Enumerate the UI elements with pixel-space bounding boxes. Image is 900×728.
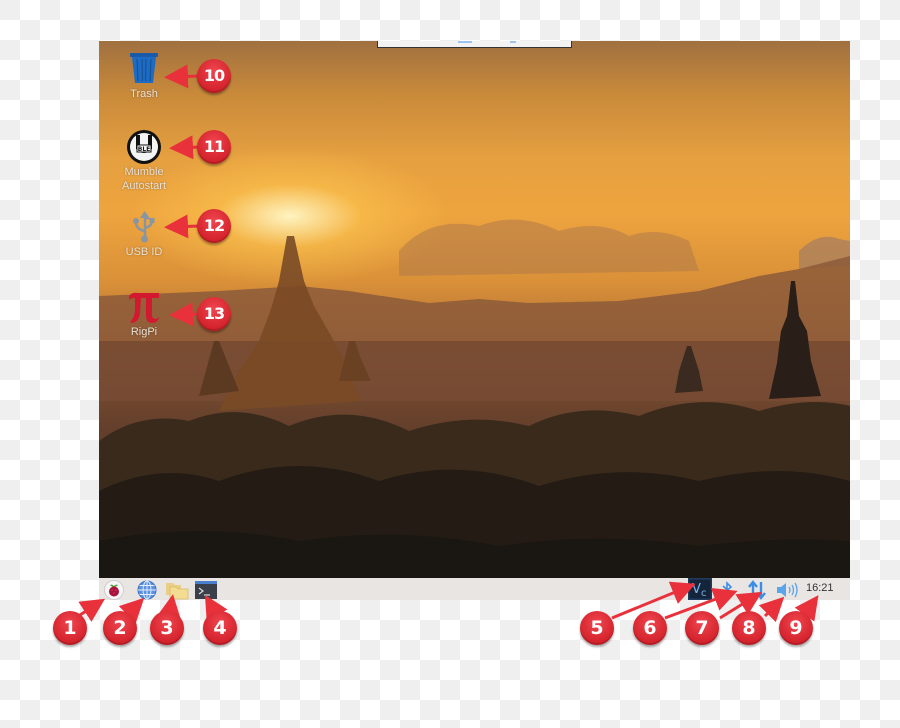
callout-badge-2: 2 xyxy=(103,611,137,645)
desktop-icon-label: Mumble Autostart xyxy=(109,165,179,193)
callout-badge-4: 4 xyxy=(203,611,237,645)
svg-text:V: V xyxy=(692,582,701,597)
desktop-icon-mumble-autostart[interactable]: BLE Mumble Autostart xyxy=(109,129,179,193)
folder-icon xyxy=(166,583,189,600)
desktop-icon-usb-id[interactable]: USB ID xyxy=(109,209,179,259)
clock[interactable]: 16:21 xyxy=(806,582,834,594)
bluetooth-icon xyxy=(722,581,733,599)
mumble-icon: BLE xyxy=(126,129,162,165)
window-element xyxy=(458,41,472,43)
desktop-icon-rigpi[interactable]: RigPi xyxy=(109,289,179,339)
terminal-icon xyxy=(195,581,217,599)
callout-arrow-9 xyxy=(794,595,819,622)
file-manager-button[interactable] xyxy=(165,580,189,600)
callout-badge-13: 13 xyxy=(197,297,231,331)
desktop-icon-label: USB ID xyxy=(125,246,163,258)
label-line-2: Autostart xyxy=(121,180,167,192)
globe-icon xyxy=(137,580,157,600)
callout-badge-10: 10 xyxy=(197,59,231,93)
callout-badge-11: 11 xyxy=(197,130,231,164)
callout-badge-9: 9 xyxy=(779,611,813,645)
trash-icon xyxy=(126,51,162,87)
desktop-icon-trash[interactable]: Trash xyxy=(109,51,179,101)
callout-arrow-8 xyxy=(758,596,785,623)
label-line-1: Mumble xyxy=(124,166,164,178)
network-arrows-icon xyxy=(748,580,766,600)
usb-icon xyxy=(126,209,162,245)
terminal-button[interactable] xyxy=(194,580,218,599)
callout-badge-1: 1 xyxy=(53,611,87,645)
pi-icon xyxy=(126,289,162,325)
callout-badge-8: 8 xyxy=(732,611,766,645)
menu-button[interactable] xyxy=(103,580,125,600)
callout-badge-6: 6 xyxy=(633,611,667,645)
svg-text:BLE: BLE xyxy=(138,146,151,153)
network-tray-button[interactable] xyxy=(746,580,768,600)
web-browser-button[interactable] xyxy=(136,580,158,600)
desktop-icon-label: RigPi xyxy=(130,326,158,338)
callout-badge-7: 7 xyxy=(685,611,719,645)
callout-badge-12: 12 xyxy=(197,209,231,243)
svg-text:c: c xyxy=(701,588,707,599)
window-element xyxy=(510,41,516,43)
callout-arrow-2 xyxy=(118,597,145,624)
callout-badge-3: 3 xyxy=(150,611,184,645)
volume-tray-button[interactable] xyxy=(775,580,799,598)
bluetooth-tray-button[interactable] xyxy=(719,580,735,599)
vnc-tray-button[interactable]: V c xyxy=(688,578,712,600)
taskbar: V c 16:21 xyxy=(99,578,850,600)
partial-window[interactable] xyxy=(377,41,572,48)
volume-icon xyxy=(777,582,798,598)
desktop-icon-label: Trash xyxy=(130,88,158,100)
raspberry-icon xyxy=(104,580,124,600)
callout-arrow-3 xyxy=(157,594,181,620)
vnc-icon: V c xyxy=(688,578,712,600)
callout-badge-5: 5 xyxy=(580,611,614,645)
callout-arrow-4 xyxy=(204,594,228,622)
callout-arrow-1 xyxy=(78,598,106,622)
